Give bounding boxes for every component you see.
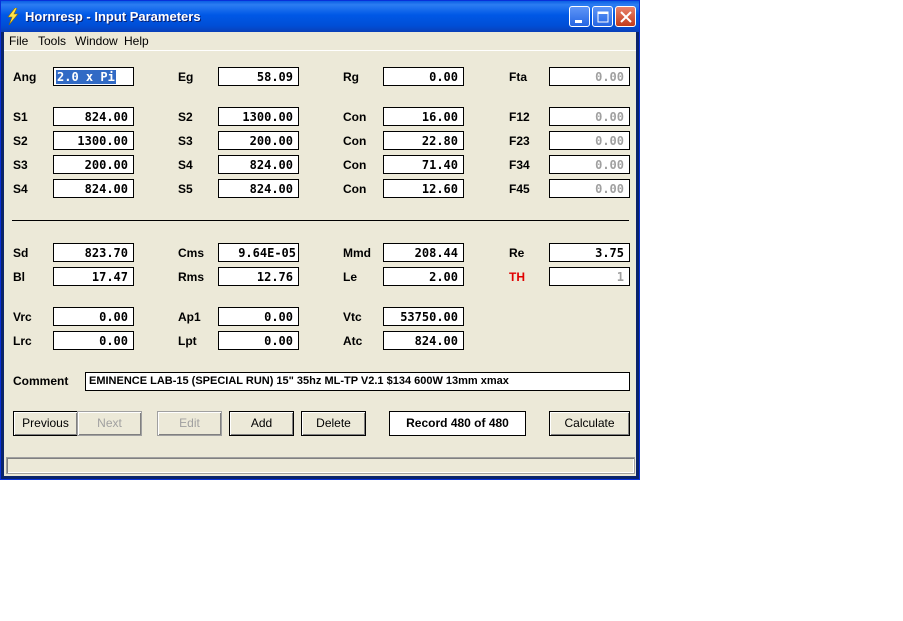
label-f45: F45 (509, 182, 530, 196)
field-s4-right[interactable]: 824.00 (218, 155, 299, 174)
label-sd: Sd (13, 246, 29, 260)
label-re: Re (509, 246, 525, 260)
label-eg: Eg (178, 70, 194, 84)
field-sd[interactable]: 823.70 (53, 243, 134, 262)
label-s4-left: S4 (13, 182, 28, 196)
field-atc[interactable]: 824.00 (383, 331, 464, 350)
label-s2-left: S2 (13, 134, 28, 148)
label-mmd: Mmd (343, 246, 371, 260)
label-lpt: Lpt (178, 334, 197, 348)
delete-button[interactable]: Delete (301, 411, 366, 436)
minimize-icon (575, 20, 582, 23)
lightning-icon (7, 8, 19, 25)
label-f23: F23 (509, 134, 530, 148)
field-s4-left[interactable]: 824.00 (53, 179, 134, 198)
window-title: Hornresp - Input Parameters (25, 9, 201, 24)
field-lpt[interactable]: 0.00 (218, 331, 299, 350)
label-atc: Atc (343, 334, 363, 348)
field-vtc[interactable]: 53750.00 (383, 307, 464, 326)
title-bar[interactable]: Hornresp - Input Parameters (1, 1, 639, 32)
field-th: 1 (549, 267, 630, 286)
field-s3-left[interactable]: 200.00 (53, 155, 134, 174)
field-s2-left[interactable]: 1300.00 (53, 131, 134, 150)
field-bl[interactable]: 17.47 (53, 267, 134, 286)
label-lrc: Lrc (13, 334, 32, 348)
close-icon (620, 11, 632, 23)
next-button[interactable]: Next (77, 411, 142, 436)
client-area: File Tools Window Help Ang 2.0 x Pi Eg 5… (4, 32, 636, 476)
section-divider (12, 220, 629, 221)
record-indicator: Record 480 of 480 (389, 411, 526, 436)
field-f23: 0.00 (549, 131, 630, 150)
field-ang[interactable]: 2.0 x Pi (53, 67, 134, 86)
label-s5: S5 (178, 182, 193, 196)
field-s2-right[interactable]: 1300.00 (218, 107, 299, 126)
field-rms[interactable]: 12.76 (218, 267, 299, 286)
label-ang: Ang (13, 70, 37, 84)
maximize-button[interactable] (592, 6, 613, 27)
label-f12: F12 (509, 110, 530, 124)
label-con-1: Con (343, 110, 367, 124)
menu-window[interactable]: Window (75, 34, 118, 48)
menu-tools[interactable]: Tools (38, 34, 66, 48)
label-s4-right: S4 (178, 158, 193, 172)
field-re[interactable]: 3.75 (549, 243, 630, 262)
label-rms: Rms (178, 270, 205, 284)
field-s1[interactable]: 824.00 (53, 107, 134, 126)
label-s3-left: S3 (13, 158, 28, 172)
menu-help[interactable]: Help (124, 34, 149, 48)
label-con-3: Con (343, 158, 367, 172)
field-f45: 0.00 (549, 179, 630, 198)
field-lrc[interactable]: 0.00 (53, 331, 134, 350)
label-con-4: Con (343, 182, 367, 196)
field-f12: 0.00 (549, 107, 630, 126)
field-ap1[interactable]: 0.00 (218, 307, 299, 326)
label-ap1: Ap1 (178, 310, 201, 324)
label-vtc: Vtc (343, 310, 362, 324)
field-f34: 0.00 (549, 155, 630, 174)
edit-button[interactable]: Edit (157, 411, 222, 436)
comment-field[interactable]: EMINENCE LAB-15 (SPECIAL RUN) 15" 35hz M… (85, 372, 630, 391)
field-con-4[interactable]: 12.60 (383, 179, 464, 198)
label-le: Le (343, 270, 358, 284)
field-eg[interactable]: 58.09 (218, 67, 299, 86)
label-bl: Bl (13, 270, 25, 284)
label-con-2: Con (343, 134, 367, 148)
app-window: Hornresp - Input Parameters File Tools W… (0, 0, 640, 480)
menu-bar: File Tools Window Help (4, 32, 636, 51)
field-rg[interactable]: 0.00 (383, 67, 464, 86)
label-comment: Comment (13, 374, 69, 388)
field-ang-selection: 2.0 x Pi (56, 70, 116, 84)
label-th: TH (509, 270, 525, 284)
field-cms[interactable]: 9.64E-05 (218, 243, 299, 262)
label-f34: F34 (509, 158, 530, 172)
field-le[interactable]: 2.00 (383, 267, 464, 286)
field-s3-right[interactable]: 200.00 (218, 131, 299, 150)
minimize-button[interactable] (569, 6, 590, 27)
field-vrc[interactable]: 0.00 (53, 307, 134, 326)
field-fta: 0.00 (549, 67, 630, 86)
label-s3-right: S3 (178, 134, 193, 148)
label-fta: Fta (509, 70, 527, 84)
label-s1: S1 (13, 110, 28, 124)
label-cms: Cms (178, 246, 205, 260)
field-con-2[interactable]: 22.80 (383, 131, 464, 150)
calculate-button[interactable]: Calculate (549, 411, 630, 436)
field-mmd[interactable]: 208.44 (383, 243, 464, 262)
menu-file[interactable]: File (9, 34, 28, 48)
field-con-1[interactable]: 16.00 (383, 107, 464, 126)
status-bar (6, 457, 635, 474)
close-button[interactable] (615, 6, 636, 27)
label-vrc: Vrc (13, 310, 32, 324)
label-rg: Rg (343, 70, 359, 84)
maximize-icon (597, 11, 609, 23)
add-button[interactable]: Add (229, 411, 294, 436)
field-con-3[interactable]: 71.40 (383, 155, 464, 174)
field-s5[interactable]: 824.00 (218, 179, 299, 198)
previous-button[interactable]: Previous (13, 411, 78, 436)
label-s2-right: S2 (178, 110, 193, 124)
